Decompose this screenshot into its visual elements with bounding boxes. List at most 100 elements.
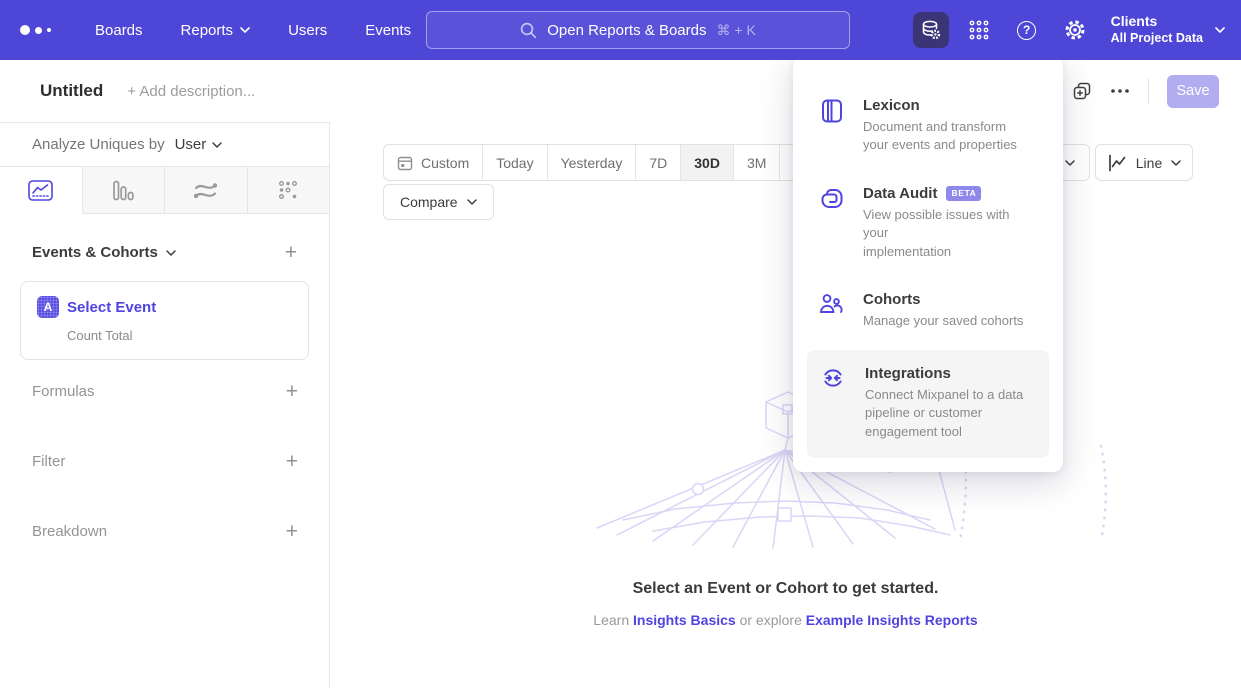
analyze-row: Analyze Uniques by User [0,123,329,166]
nav-item-users[interactable]: Users [288,22,327,39]
chevron-down-icon [467,199,477,205]
count-total-dropdown[interactable]: Count Total [67,328,292,343]
data-management-button[interactable] [913,12,949,48]
data-audit-icon [819,185,845,261]
add-event-button[interactable]: + [285,242,297,263]
logo-dot [35,27,42,34]
chevron-down-icon [212,142,222,148]
formulas-section: Formulas + [0,373,330,409]
example-insights-reports-link[interactable]: Example Insights Reports [806,612,978,628]
chevron-down-icon [240,27,250,33]
subtitle-text: or explore [740,612,802,628]
apps-grid-button[interactable] [961,12,997,48]
menu-item-integrations[interactable]: Integrations Connect Mixpanel to a data … [807,350,1049,458]
nav-item-label: Users [288,22,327,39]
event-series-badge: A [37,296,59,318]
tab-flow-chart[interactable] [165,167,248,214]
line-chart-icon [28,180,53,201]
nav-item-label: Events [365,22,411,39]
menu-item-lexicon[interactable]: Lexicon Document and transform your even… [793,82,1063,170]
divider [1148,78,1149,104]
line-style-icon [1107,154,1127,172]
date-range-label: Yesterday [561,155,623,171]
ellipsis-icon [1110,88,1130,94]
date-range-7d[interactable]: 7D [636,145,681,180]
date-range-yesterday[interactable]: Yesterday [548,145,637,180]
tab-metric-grid[interactable] [248,167,330,214]
report-canvas: Custom Today Yesterday 7D 30D 3M 6M Comp… [330,122,1241,688]
nav-item-boards[interactable]: Boards [95,22,143,39]
filter-label: Filter [32,453,65,470]
chart-type-tabs [0,166,329,214]
date-range-today[interactable]: Today [483,145,547,180]
nav-item-events[interactable]: Events [365,22,411,39]
menu-item-description: Connect Mixpanel to a data pipeline or c… [865,386,1023,441]
chevron-down-icon [166,250,176,256]
integrations-sync-icon [821,365,847,441]
flow-chart-icon [194,181,217,200]
event-card[interactable]: A Select Event Count Total [20,281,309,360]
add-formula-button[interactable]: + [286,381,298,402]
tab-bar-chart[interactable] [83,167,166,214]
events-cohorts-dropdown[interactable]: Events & Cohorts [32,244,176,261]
date-range-label: Today [496,155,533,171]
query-builder-sidebar: Analyze Uniques by User [0,122,330,688]
search-placeholder: Open Reports & Boards [547,22,706,39]
analyze-by-dropdown[interactable]: User [175,136,223,153]
menu-item-cohorts[interactable]: Cohorts Manage your saved cohorts [793,276,1063,345]
chevron-down-icon [1215,27,1225,33]
date-range-label: 3M [747,155,766,171]
logo-dot [20,25,30,35]
analyze-prefix-label: Analyze Uniques by [32,136,165,153]
nav-item-reports[interactable]: Reports [181,22,251,39]
menu-item-title: Integrations [865,365,951,382]
project-scope: All Project Data [1111,31,1203,47]
search-icon [520,22,537,39]
chevron-down-icon [1065,160,1075,166]
nav-item-label: Boards [95,22,143,39]
empty-state-title: Select an Event or Cohort to get started… [330,580,1241,598]
analyze-by-value: User [175,136,207,153]
global-search[interactable]: Open Reports & Boards ⌘ + K [426,11,850,49]
help-button[interactable]: ? [1009,12,1045,48]
project-selector[interactable]: Clients All Project Data [1111,13,1225,46]
beta-badge: BETA [946,186,981,201]
menu-item-data-audit[interactable]: Data Audit BETA View possible issues wit… [793,170,1063,276]
lexicon-book-icon [819,97,845,155]
project-name: Clients [1111,13,1203,31]
chart-style-dropdown[interactable]: Line [1095,144,1193,181]
search-shortcut: ⌘ + K [716,22,755,39]
duplicate-button[interactable] [1072,81,1092,101]
chart-style-label: Line [1136,155,1162,171]
date-range-3m[interactable]: 3M [734,145,780,180]
data-management-icon [920,19,942,41]
nav-item-label: Reports [181,22,234,39]
events-cohorts-label: Events & Cohorts [32,244,158,261]
add-breakdown-button[interactable]: + [286,521,298,542]
insights-basics-link[interactable]: Insights Basics [633,612,736,628]
compare-dropdown[interactable]: Compare [383,184,494,220]
events-cohorts-header: Events & Cohorts + [0,242,329,263]
nav-right-cluster: ? Clients All Project Data [913,0,1225,60]
save-button[interactable]: Save [1167,75,1219,108]
select-event-label[interactable]: Select Event [67,299,156,316]
formulas-label: Formulas [32,383,95,400]
menu-item-description: Document and transform your events and p… [863,118,1017,155]
top-navbar: Boards Reports Users Events Open Reports… [0,0,1241,60]
compare-label: Compare [400,194,458,210]
add-filter-button[interactable]: + [286,451,298,472]
menu-item-description: View possible issues with your implement… [863,206,1037,261]
report-title[interactable]: Untitled [40,81,103,101]
tab-line-chart[interactable] [0,167,83,214]
date-range-label: 30D [694,155,720,171]
settings-button[interactable] [1057,12,1093,48]
date-range-30d[interactable]: 30D [681,145,734,180]
mixpanel-logo[interactable] [20,25,51,35]
menu-item-title: Cohorts [863,291,921,308]
menu-item-description: Manage your saved cohorts [863,312,1023,330]
duplicate-icon [1072,81,1092,101]
add-description-field[interactable]: + Add description... [127,83,255,100]
more-actions-button[interactable] [1110,88,1130,94]
date-range-custom[interactable]: Custom [384,145,483,180]
breakdown-section: Breakdown + [0,513,330,549]
